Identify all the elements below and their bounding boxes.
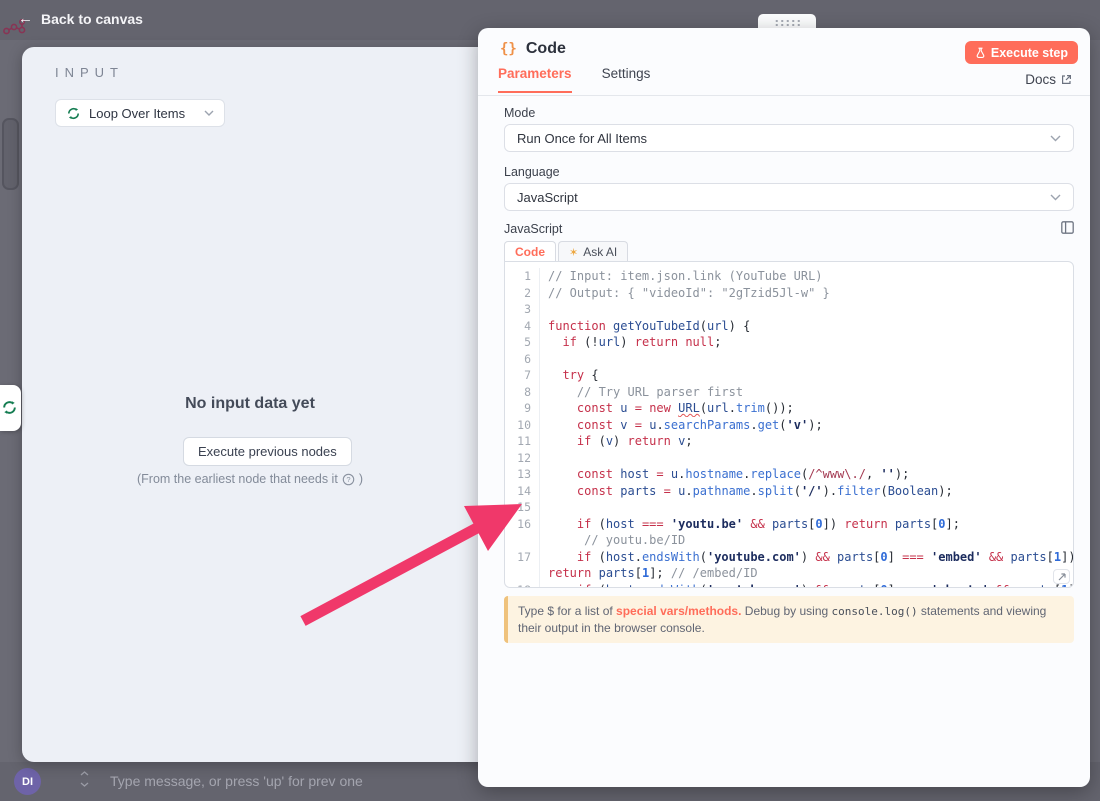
dimmed-canvas-node xyxy=(2,118,19,190)
code-line: 11 if (v) return v; xyxy=(505,433,1073,450)
empty-state-title: No input data yet xyxy=(22,395,478,413)
input-source-value: Loop Over Items xyxy=(89,106,185,121)
input-panel-title: INPUT xyxy=(55,65,124,80)
code-node-panel: {} Code Execute step Parameters Settings… xyxy=(478,28,1090,787)
code-line: 10 const v = u.searchParams.get('v'); xyxy=(505,417,1073,434)
loop-icon xyxy=(66,106,81,121)
code-line: 9 const u = new URL(url.trim()); xyxy=(505,400,1073,417)
execute-step-button[interactable]: Execute step xyxy=(965,41,1078,64)
code-line: 1// Input: item.json.link (YouTube URL) xyxy=(505,268,1073,285)
split-editor-icon[interactable] xyxy=(1061,221,1074,234)
divider xyxy=(478,95,1090,96)
code-line: // youtu.be/ID xyxy=(505,532,1073,549)
special-vars-link[interactable]: special vars/methods. xyxy=(616,604,741,618)
empty-state-caption: (From the earliest node that needs it ? … xyxy=(22,472,478,486)
chat-history-arrows[interactable] xyxy=(80,771,89,787)
code-line: 18 if (host.endsWith('youtube.com') && p… xyxy=(505,582,1073,589)
drag-dots-icon xyxy=(774,19,801,26)
code-line: 4function getYouTubeId(url) { xyxy=(505,318,1073,335)
expand-icon xyxy=(1057,572,1067,582)
back-to-canvas-label: Back to canvas xyxy=(41,11,143,27)
loop-icon xyxy=(1,399,18,416)
language-value: JavaScript xyxy=(517,190,578,205)
mode-select[interactable]: Run Once for All Items xyxy=(504,124,1074,152)
chevron-down-icon xyxy=(1050,194,1061,201)
code-line: 15 xyxy=(505,499,1073,516)
editor-hint: Type $ for a list of special vars/method… xyxy=(504,596,1074,643)
code-line: 17 if (host.endsWith('youtube.com') && p… xyxy=(505,549,1073,566)
tab-parameters[interactable]: Parameters xyxy=(498,66,572,93)
editor-label: JavaScript xyxy=(504,222,562,236)
chevron-down-icon xyxy=(204,110,214,116)
code-line: 3 xyxy=(505,301,1073,318)
code-line: 16 if (host === 'youtu.be' && parts[0]) … xyxy=(505,516,1073,533)
mode-value: Run Once for All Items xyxy=(517,131,647,146)
language-select[interactable]: JavaScript xyxy=(504,183,1074,211)
chevron-up-icon[interactable] xyxy=(80,771,89,776)
chat-message-input[interactable]: Type message, or press 'up' for prev one xyxy=(110,773,363,789)
input-panel: INPUT Loop Over Items No input data yet … xyxy=(22,47,492,762)
language-label: Language xyxy=(504,165,560,179)
editor-tab-code[interactable]: Code xyxy=(504,241,556,263)
code-node-icon: {} xyxy=(500,41,517,57)
code-line: 13 const host = u.hostname.replace(/^www… xyxy=(505,466,1073,483)
code-editor-lines: 1// Input: item.json.link (YouTube URL)2… xyxy=(505,268,1073,588)
code-editor[interactable]: 1// Input: item.json.link (YouTube URL)2… xyxy=(504,261,1074,588)
app: ← Back to canvas DI Type message, or pre… xyxy=(0,0,1100,801)
execute-previous-nodes-button[interactable]: Execute previous nodes xyxy=(183,437,352,466)
avatar[interactable]: DI xyxy=(14,768,41,795)
input-source-dropdown[interactable]: Loop Over Items xyxy=(55,99,225,127)
external-link-icon xyxy=(1061,74,1072,85)
svg-text:?: ? xyxy=(346,475,350,484)
back-arrow-icon: ← xyxy=(18,10,33,27)
code-line: 2// Output: { "videoId": "2gTzid5Jl-w" } xyxy=(505,285,1073,302)
sparkle-icon: ✶ xyxy=(569,246,578,259)
help-icon[interactable]: ? xyxy=(342,473,355,486)
code-line: 7 try { xyxy=(505,367,1073,384)
editor-tab-ask-ai[interactable]: ✶ Ask AI xyxy=(558,241,628,263)
flask-icon xyxy=(975,47,986,59)
code-line: return parts[1]; // /embed/ID xyxy=(505,565,1073,582)
mode-label: Mode xyxy=(504,106,535,120)
code-line: 5 if (!url) return null; xyxy=(505,334,1073,351)
input-node-stub[interactable] xyxy=(0,385,21,431)
code-line: 12 xyxy=(505,450,1073,467)
back-to-canvas-button[interactable]: ← Back to canvas xyxy=(18,10,143,27)
code-line: 14 const parts = u.pathname.split('/').f… xyxy=(505,483,1073,500)
expand-editor-button[interactable] xyxy=(1053,569,1070,584)
tab-settings[interactable]: Settings xyxy=(602,66,651,93)
chevron-down-icon xyxy=(1050,135,1061,142)
chevron-down-icon[interactable] xyxy=(80,782,89,787)
node-title: Code xyxy=(526,40,566,58)
docs-link[interactable]: Docs xyxy=(1025,72,1072,87)
code-line: 8 // Try URL parser first xyxy=(505,384,1073,401)
code-line: 6 xyxy=(505,351,1073,368)
